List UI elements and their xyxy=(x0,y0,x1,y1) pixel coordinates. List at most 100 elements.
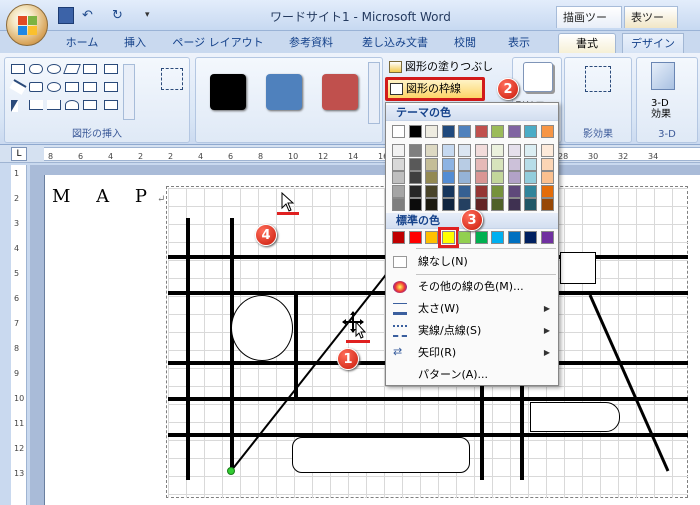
theme-shade-swatch[interactable] xyxy=(392,144,405,157)
theme-shade-swatch[interactable] xyxy=(392,198,405,211)
standard-color-swatch[interactable] xyxy=(392,231,405,244)
redo-icon[interactable]: ↻ xyxy=(112,7,130,24)
theme-shade-swatch[interactable] xyxy=(441,184,455,198)
theme-shade-swatch[interactable] xyxy=(408,171,422,184)
theme-shade-swatch[interactable] xyxy=(507,198,521,211)
office-button[interactable] xyxy=(6,4,48,46)
theme-color-swatch[interactable] xyxy=(458,125,471,138)
tab-selector[interactable]: L xyxy=(11,147,27,161)
theme-shade-swatch[interactable] xyxy=(524,198,537,211)
standard-color-swatch[interactable] xyxy=(491,231,504,244)
edit-shape-icon[interactable] xyxy=(161,68,183,90)
theme-shade-swatch[interactable] xyxy=(474,144,488,157)
pattern-menu-item[interactable]: パターン(A)... xyxy=(386,364,558,386)
theme-shade-swatch[interactable] xyxy=(408,157,422,171)
shape-fill-button[interactable]: 図形の塗りつぶし xyxy=(387,58,497,76)
theme-shade-swatch[interactable] xyxy=(507,144,521,157)
theme-shade-swatch[interactable] xyxy=(408,144,422,157)
theme-shade-swatch[interactable] xyxy=(491,184,504,198)
theme-color-swatch[interactable] xyxy=(441,125,455,138)
theme-shade-swatch[interactable] xyxy=(441,157,455,171)
theme-shade-swatch[interactable] xyxy=(524,171,537,184)
theme-shade-swatch[interactable] xyxy=(507,157,521,171)
theme-shade-swatch[interactable] xyxy=(458,171,471,184)
3d-effect-icon[interactable] xyxy=(651,62,675,90)
theme-shade-swatch[interactable] xyxy=(408,184,422,198)
theme-shade-swatch[interactable] xyxy=(491,157,504,171)
map-rect-shape[interactable] xyxy=(292,437,470,473)
theme-shade-swatch[interactable] xyxy=(540,144,554,157)
standard-color-swatch[interactable] xyxy=(408,231,422,244)
star-shape-icon[interactable] xyxy=(83,100,97,110)
style-swatch-black[interactable] xyxy=(210,74,246,110)
theme-color-swatch[interactable] xyxy=(540,125,554,138)
theme-shade-swatch[interactable] xyxy=(408,198,422,211)
undo-icon[interactable]: ↶ xyxy=(82,7,104,24)
map-small-rect-shape[interactable] xyxy=(560,252,596,284)
theme-shade-swatch[interactable] xyxy=(540,157,554,171)
tab-design[interactable]: デザイン xyxy=(622,33,684,53)
line-shape-icon[interactable] xyxy=(9,79,27,95)
style-swatch-blue[interactable] xyxy=(266,74,302,110)
triangle-shape-icon[interactable] xyxy=(11,100,18,112)
map-road-line[interactable] xyxy=(168,397,688,401)
standard-color-swatch[interactable] xyxy=(524,231,537,244)
dashes-menu-item[interactable]: 実線/点線(S) ▶ xyxy=(386,320,558,342)
theme-shade-swatch[interactable] xyxy=(491,198,504,211)
theme-shade-swatch[interactable] xyxy=(458,144,471,157)
square-shape-icon[interactable] xyxy=(65,82,79,92)
rect-shape-icon[interactable] xyxy=(104,82,118,92)
rounded-rect-shape-icon[interactable] xyxy=(29,64,43,74)
tab-format[interactable]: 書式 xyxy=(558,33,616,53)
tab-view[interactable]: 表示 xyxy=(500,33,538,53)
standard-color-swatch[interactable] xyxy=(458,231,471,244)
theme-shade-swatch[interactable] xyxy=(392,157,405,171)
standard-color-swatch-selected[interactable] xyxy=(437,227,459,248)
nudge-shadow-icon[interactable] xyxy=(585,66,611,92)
theme-color-swatch[interactable] xyxy=(408,125,422,138)
theme-shade-swatch[interactable] xyxy=(441,144,455,157)
theme-shade-swatch[interactable] xyxy=(474,157,488,171)
callout-shape-icon[interactable] xyxy=(83,82,97,92)
theme-color-swatch[interactable] xyxy=(392,125,405,138)
image-shape-icon[interactable] xyxy=(104,64,118,74)
no-line-menu-item[interactable]: 線なし(N) xyxy=(386,251,558,273)
map-road-line[interactable] xyxy=(186,218,190,480)
theme-shade-swatch[interactable] xyxy=(458,184,471,198)
theme-color-swatch[interactable] xyxy=(507,125,521,138)
theme-shade-swatch[interactable] xyxy=(491,171,504,184)
customize-qat-icon[interactable]: ▾ xyxy=(145,7,155,24)
process-shape-icon[interactable] xyxy=(29,82,43,92)
standard-color-swatch[interactable] xyxy=(425,231,438,244)
shape-gallery[interactable] xyxy=(9,64,141,120)
theme-shade-swatch[interactable] xyxy=(507,171,521,184)
gallery-scroll-icon[interactable] xyxy=(123,64,135,120)
tab-review[interactable]: 校閲 xyxy=(446,33,484,53)
theme-shade-swatch[interactable] xyxy=(458,157,471,171)
theme-shade-swatch[interactable] xyxy=(441,171,455,184)
standard-color-swatch[interactable] xyxy=(474,231,488,244)
shape-outline-button[interactable]: 図形の枠線 xyxy=(385,77,485,101)
weight-menu-item[interactable]: 太さ(W) ▶ xyxy=(386,298,558,320)
shadow-icon[interactable] xyxy=(523,62,553,92)
arc-shape-icon[interactable] xyxy=(65,100,79,110)
theme-shade-swatch[interactable] xyxy=(540,198,554,211)
theme-color-swatch[interactable] xyxy=(474,125,488,138)
theme-shade-swatch[interactable] xyxy=(540,184,554,198)
theme-shade-swatch[interactable] xyxy=(392,171,405,184)
tab-mailings[interactable]: 差し込み文書 xyxy=(354,33,436,53)
theme-shade-swatch[interactable] xyxy=(425,144,438,157)
save-icon[interactable] xyxy=(58,7,74,24)
style-gallery-scroll-icon[interactable] xyxy=(368,62,380,124)
elbow-connector-shape-icon[interactable] xyxy=(29,100,43,110)
theme-shade-swatch[interactable] xyxy=(474,171,488,184)
gallery-more-icon[interactable] xyxy=(104,100,118,110)
tab-page-layout[interactable]: ページ レイアウト xyxy=(168,33,268,53)
theme-shade-swatch[interactable] xyxy=(392,184,405,198)
theme-shade-swatch[interactable] xyxy=(507,184,521,198)
parallelogram-shape-icon[interactable] xyxy=(63,64,81,74)
theme-shade-swatch[interactable] xyxy=(425,171,438,184)
theme-shade-swatch[interactable] xyxy=(425,157,438,171)
tab-references[interactable]: 参考資料 xyxy=(278,33,344,53)
theme-shade-swatch[interactable] xyxy=(425,198,438,211)
